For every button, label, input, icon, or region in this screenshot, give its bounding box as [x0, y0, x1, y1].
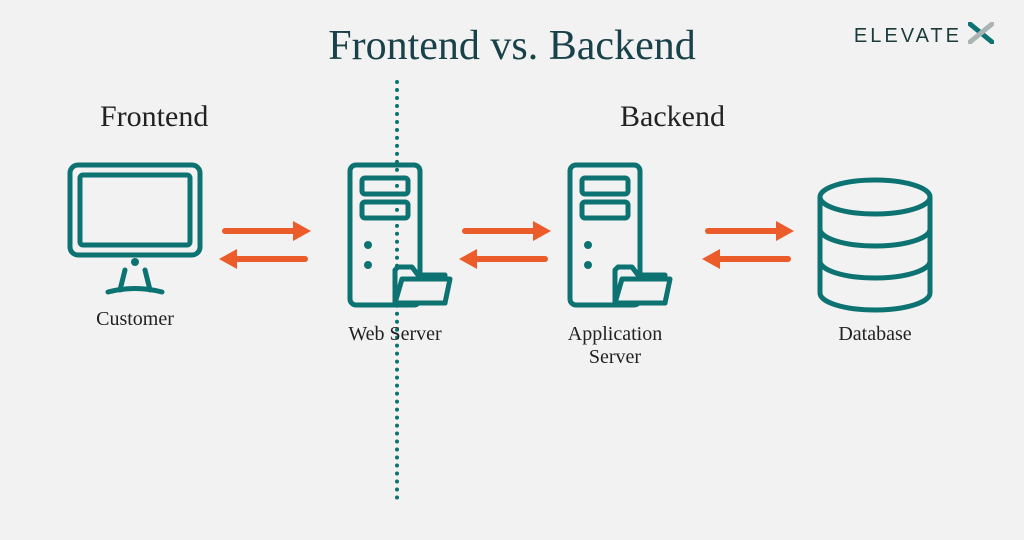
diagram-title: Frontend vs. Backend	[0, 22, 1024, 70]
section-label-frontend: Frontend	[100, 100, 208, 134]
arrows-web-app	[455, 215, 555, 275]
node-label-app: Application Server	[540, 323, 690, 369]
database-icon	[800, 175, 950, 315]
node-customer: Customer	[60, 150, 210, 331]
node-label-web: Web Server	[320, 323, 470, 346]
section-label-backend: Backend	[620, 100, 725, 134]
server-icon	[320, 160, 470, 315]
node-label-customer: Customer	[60, 308, 210, 331]
node-web-server: Web Server	[320, 160, 470, 346]
node-label-db: Database	[800, 323, 950, 346]
node-database: Database	[800, 175, 950, 346]
arrows-customer-web	[215, 215, 315, 275]
monitor-icon	[60, 150, 210, 300]
arrows-app-db	[698, 215, 798, 275]
server-icon	[540, 160, 690, 315]
node-app-server: Application Server	[540, 160, 690, 369]
